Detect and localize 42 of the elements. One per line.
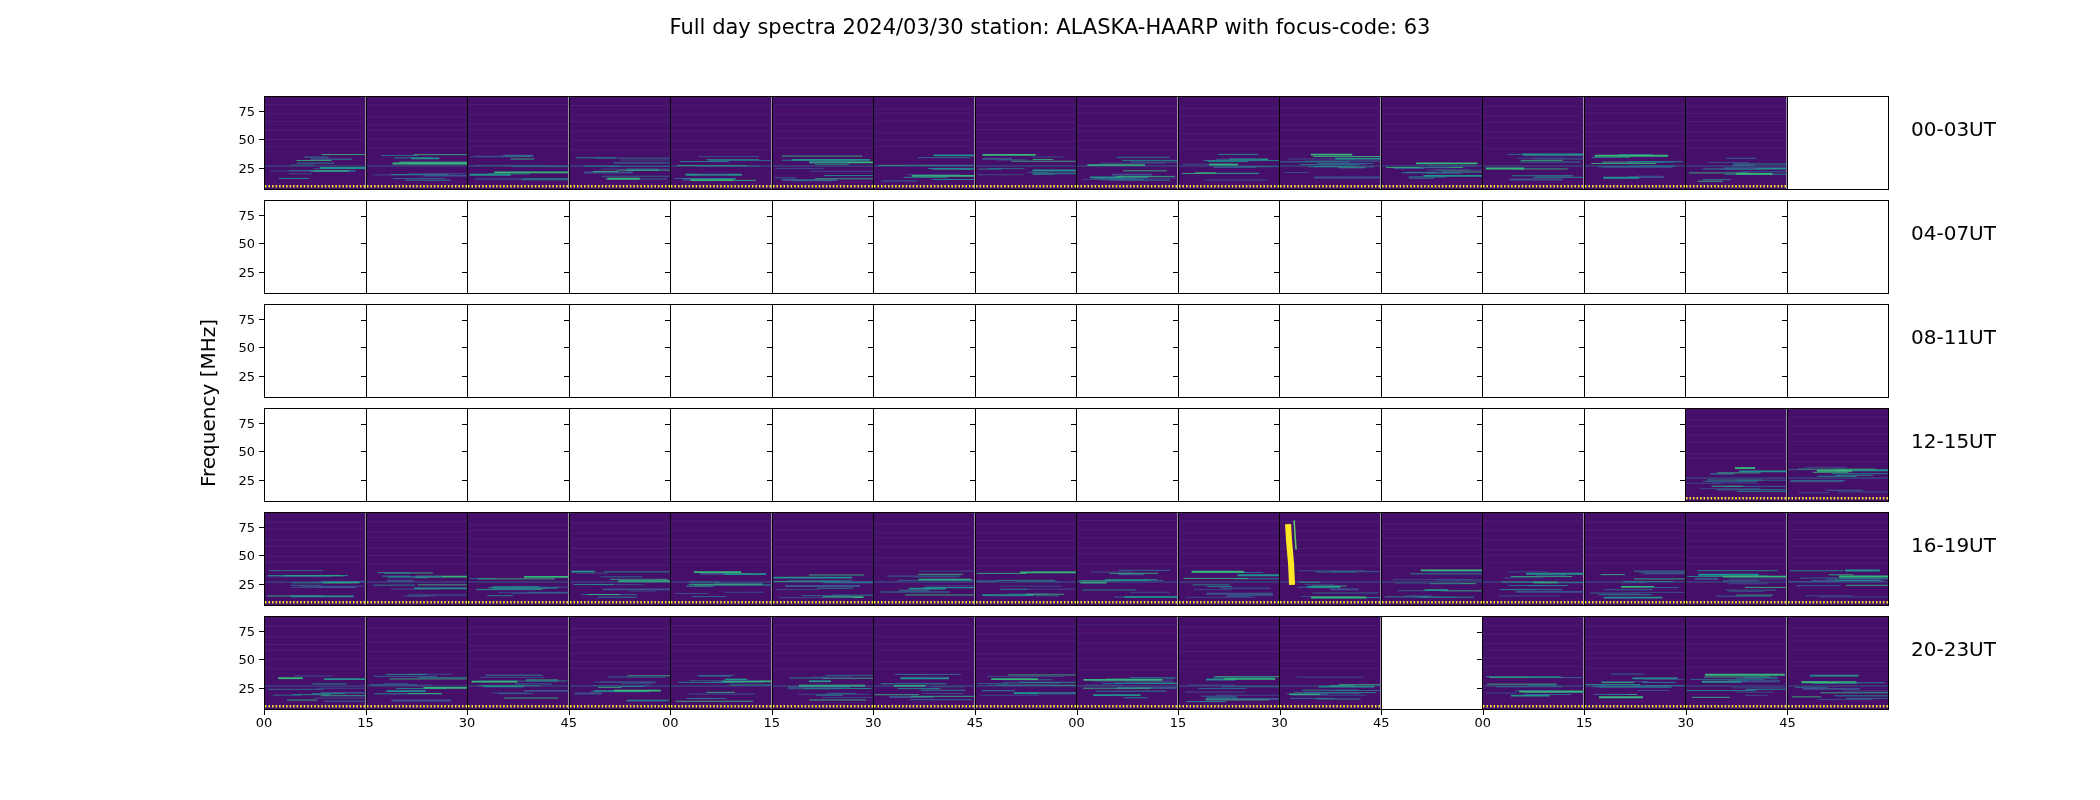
y-tick-label: 75 (238, 208, 255, 222)
y-axis-label: Frequency [MHz] (195, 318, 221, 488)
x-tick-label: 15 (357, 716, 374, 729)
x-tick-label: 30 (458, 716, 476, 729)
row-label: 16-19UT (1911, 533, 1996, 557)
row-label: 00-03UT (1911, 117, 1996, 141)
y-tick-label: 25 (238, 369, 255, 383)
y-tick-label: 25 (238, 473, 255, 487)
x-tick-label: 45 (1779, 716, 1796, 729)
y-tick-label: 75 (238, 312, 255, 326)
x-tick-label: 30 (1677, 716, 1695, 729)
x-tick-label: 00 (1068, 716, 1085, 729)
x-tick-label: 45 (560, 716, 577, 729)
y-tick-label: 50 (238, 132, 255, 146)
y-tick-label: 75 (238, 520, 255, 534)
x-tick-label: 00 (1474, 716, 1491, 729)
row-label: 08-11UT (1911, 325, 1996, 349)
x-tick-label: 15 (763, 716, 781, 729)
x-tick-label: 30 (865, 716, 882, 729)
y-tick-label: 25 (238, 577, 255, 591)
figure-title: Full day spectra 2024/03/30 station: ALASKA-HAARP with focus-code: 63 (668, 14, 1432, 41)
y-tick-label: 50 (238, 236, 255, 250)
y-tick-label: 25 (238, 161, 255, 175)
x-tick-label: 45 (1372, 716, 1390, 729)
y-tick-label: 75 (238, 104, 255, 118)
y-tick-label: 50 (238, 652, 255, 666)
x-tick-label: 45 (966, 716, 984, 729)
row-label: 12-15UT (1911, 429, 1996, 453)
x-tick-label: 15 (1169, 716, 1187, 729)
y-tick-label: 25 (238, 681, 255, 695)
y-tick-label: 50 (238, 340, 255, 354)
x-tick-label: 00 (662, 716, 679, 729)
y-tick-label: 75 (238, 624, 255, 638)
row-label: 04-07UT (1911, 221, 1996, 245)
y-tick-label: 50 (238, 444, 255, 458)
x-tick-label: 15 (1576, 716, 1593, 729)
x-tick-label: 00 (255, 716, 273, 729)
x-tick-label: 30 (1271, 716, 1288, 729)
row-label: 20-23UT (1911, 637, 1996, 661)
y-tick-label: 25 (238, 265, 255, 279)
y-tick-label: 50 (238, 548, 255, 562)
y-tick-label: 75 (238, 416, 255, 430)
